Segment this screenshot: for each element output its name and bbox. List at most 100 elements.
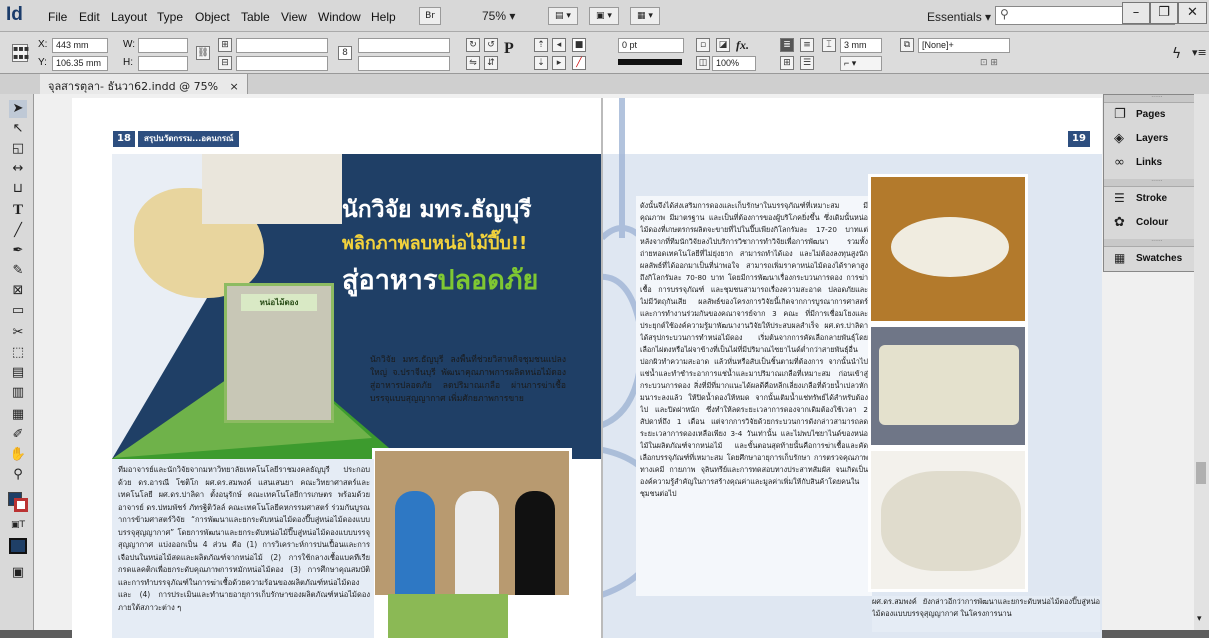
product-bag-image: หน่อไม้ดอง (224, 283, 334, 423)
panel-links[interactable]: Links (1136, 157, 1162, 168)
stroke-color-swatch[interactable] (14, 498, 28, 512)
rotate-cw-icon[interactable]: ↻ (466, 38, 480, 52)
distribute-icon[interactable]: ⊞ (780, 56, 794, 70)
menu-object[interactable]: Object (195, 10, 230, 24)
formatting-affects-container-icon[interactable]: ▣T (9, 516, 27, 534)
vacuum-pack-photo (868, 324, 1028, 448)
scrollbar-thumb[interactable] (1196, 462, 1206, 484)
note-tool-icon[interactable]: ▦ (9, 406, 27, 424)
article-column: ดังนั้นจึงได้ส่งเสริมการดองและเก็บรักษาใ… (640, 201, 868, 498)
document-tab[interactable]: จุลสารตุลา- ธันวา62.indd @ 75% × (40, 74, 248, 94)
stroke-weight-field[interactable]: 0 pt (618, 38, 684, 53)
screen-mode-icon[interactable]: ▣ (9, 564, 27, 582)
free-transform-tool-icon[interactable]: ⬚ (9, 344, 27, 362)
menu-edit[interactable]: Edit (79, 10, 100, 24)
shear-field[interactable] (358, 56, 450, 71)
constrain-proportions-icon[interactable]: ⛓ (196, 46, 210, 60)
pencil-tool-icon[interactable]: ✎ (9, 262, 27, 280)
quick-apply-icon[interactable]: ϟ (1172, 46, 1181, 62)
menu-window[interactable]: Window (318, 10, 361, 24)
document-tab-close[interactable]: × (230, 80, 239, 93)
panel-colour[interactable]: Colour (1136, 217, 1168, 228)
vertical-scrollbar[interactable] (1194, 94, 1209, 630)
page-right: 19 ดังนั้นจึงได้ส่งเสริมการดองและเก็บรัก… (602, 98, 1102, 638)
hand-tool-icon[interactable]: ✋ (9, 446, 27, 464)
menu-help[interactable]: Help (371, 10, 396, 24)
w-field[interactable] (138, 38, 188, 53)
minimize-button[interactable]: – (1122, 2, 1150, 24)
selection-tool-icon[interactable]: ➤ (9, 100, 27, 118)
rotate-ccw-icon[interactable]: ↺ (484, 38, 498, 52)
gradient-swatch-tool-icon[interactable]: ▤ (9, 364, 27, 382)
view-options-button[interactable]: ▤ ▾ (548, 7, 578, 25)
control-panel-menu-icon[interactable]: ▾≡ (1192, 46, 1207, 59)
type-tool-icon[interactable]: T (9, 202, 27, 220)
page-left: 18 สรุปนวัตกรรม...อคนกรณ์ หน่อไม้ดอง นัก… (72, 98, 602, 638)
shadow-icon[interactable]: ◪ (716, 38, 730, 52)
arrange-documents-button[interactable]: ▦ ▾ (630, 7, 660, 25)
scale-x-icon[interactable]: ⊞ (218, 38, 232, 52)
corner-shape-select[interactable]: ⌐ ▾ (840, 56, 882, 71)
rotation-field[interactable] (358, 38, 450, 53)
flip-horizontal-icon[interactable]: ⇋ (466, 56, 480, 70)
pen-tool-icon[interactable]: ✒ (9, 242, 27, 260)
team-photo (372, 448, 572, 598)
bridge-button[interactable]: Br (419, 7, 441, 25)
effects-fx-icon[interactable]: fx. (736, 38, 749, 53)
gap-field[interactable]: 3 mm (840, 38, 882, 53)
search-icon: ⚲ (1000, 7, 1009, 21)
panel-pages[interactable]: Pages (1136, 109, 1165, 120)
panel-layers[interactable]: Layers (1136, 133, 1168, 144)
menu-file[interactable]: File (48, 10, 67, 24)
direct-selection-tool-icon[interactable]: ↖ (9, 120, 27, 138)
apply-color-button[interactable] (9, 538, 27, 554)
panel-stroke[interactable]: Stroke (1136, 193, 1167, 204)
rectangle-tool-icon[interactable]: ▭ (9, 302, 27, 320)
menu-type[interactable]: Type (157, 10, 183, 24)
eyedropper-tool-icon[interactable]: ✐ (9, 426, 27, 444)
line-tool-icon[interactable]: ╱ (9, 222, 27, 240)
stroke-type-line[interactable] (618, 59, 682, 65)
zoom-select[interactable]: 75% ▾ (482, 9, 515, 23)
menu-view[interactable]: View (281, 10, 307, 24)
select-previous-icon[interactable]: ◂ (552, 38, 566, 52)
align-center-icon[interactable]: ≡ (800, 38, 814, 52)
restore-button[interactable]: ❐ (1150, 2, 1178, 24)
menu-table[interactable]: Table (241, 10, 270, 24)
close-button[interactable]: ✕ (1178, 2, 1207, 24)
page-tool-icon[interactable]: ◱ (9, 140, 27, 158)
content-collector-icon[interactable]: ⊔ (9, 180, 27, 198)
workspace-switcher[interactable]: Essentials ▾ (927, 10, 991, 24)
flip-vertical-icon[interactable]: ⇵ (484, 56, 498, 70)
scroll-down-icon[interactable]: ▾ (1197, 614, 1202, 624)
reference-point-icon[interactable]: ▪▪▪ ▪▪▪ (12, 44, 29, 62)
x-field[interactable]: 443 mm (52, 38, 108, 53)
stroke-swatch[interactable]: ╱ (572, 56, 586, 70)
drop-shadow-icon[interactable]: ▫ (696, 38, 710, 52)
zoom-tool-icon[interactable]: ⚲ (9, 466, 27, 484)
rectangle-frame-tool-icon[interactable]: ⊠ (9, 282, 27, 300)
gap-tool-icon[interactable]: ↔ (9, 160, 27, 178)
menu-layout[interactable]: Layout (111, 10, 147, 24)
opacity-field[interactable]: 100% (712, 56, 756, 71)
product-label: หน่อไม้ดอง (241, 294, 317, 311)
align-left-icon[interactable]: ≣ (780, 38, 794, 52)
gap-icon[interactable]: ⌶ (822, 38, 836, 52)
constrain-scale-icon[interactable]: 8 (338, 46, 352, 60)
select-next-icon[interactable]: ▸ (552, 56, 566, 70)
align-bottom-icon[interactable]: ☰ (800, 56, 814, 70)
h-field[interactable] (138, 56, 188, 71)
frame-fitting-icon[interactable]: ⊡ ⊞ (980, 58, 998, 68)
scale-y-icon[interactable]: ⊟ (218, 56, 232, 70)
select-container-icon[interactable]: ⇡ (534, 38, 548, 52)
screen-mode-button[interactable]: ▣ ▾ (589, 7, 619, 25)
y-field[interactable]: 106.35 mm (52, 56, 108, 71)
object-style-select[interactable]: [None]+ (918, 38, 1010, 53)
select-content-icon[interactable]: ⇣ (534, 56, 548, 70)
scissors-tool-icon[interactable]: ✂ (9, 324, 27, 342)
scale-x-field[interactable] (236, 38, 328, 53)
scale-y-field[interactable] (236, 56, 328, 71)
gradient-feather-tool-icon[interactable]: ▥ (9, 384, 27, 402)
fill-swatch[interactable]: ■ (572, 38, 586, 52)
panel-swatches[interactable]: Swatches (1136, 253, 1182, 264)
